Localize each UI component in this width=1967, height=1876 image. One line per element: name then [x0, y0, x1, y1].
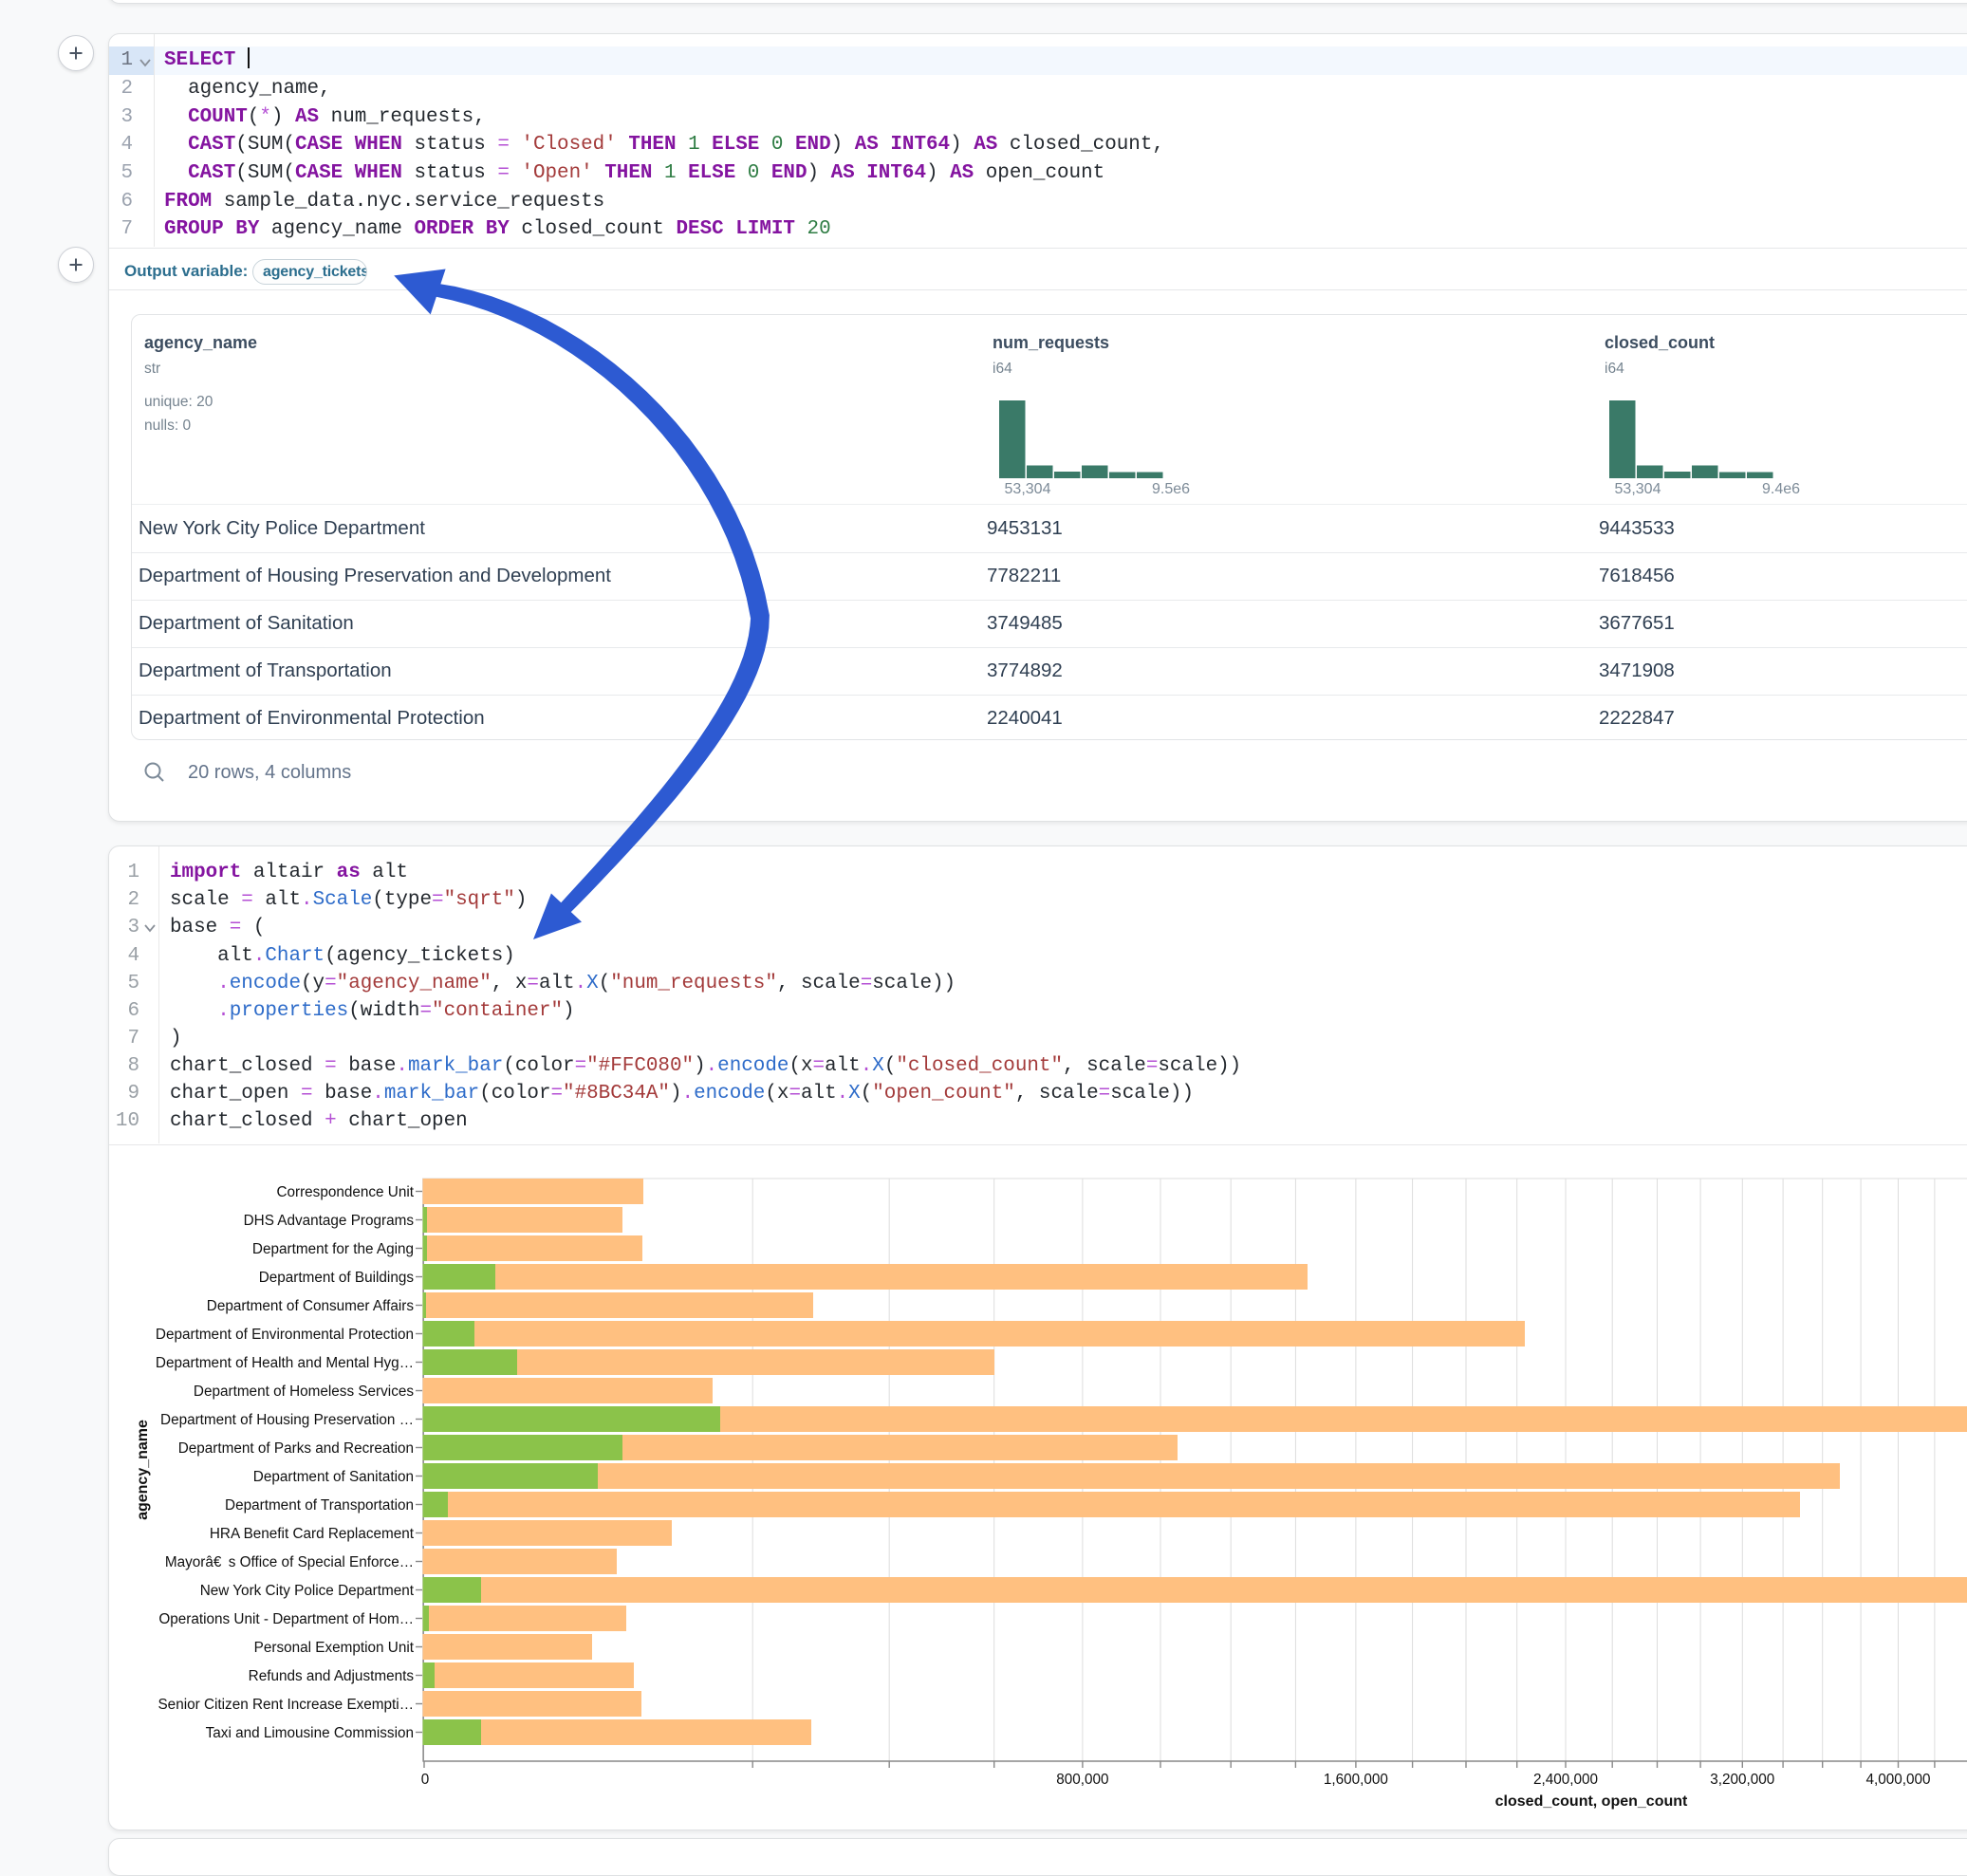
svg-text:Department of Environmental Pr: Department of Environmental Protection [156, 1327, 414, 1343]
svg-text:0: 0 [421, 1772, 430, 1788]
svg-text:closed_count, open_count: closed_count, open_count [1495, 1793, 1688, 1810]
svg-text:Personal Exemption Unit: Personal Exemption Unit [254, 1640, 415, 1656]
svg-text:Refunds and Adjustments: Refunds and Adjustments [249, 1668, 415, 1684]
svg-text:Operations Unit - Department o: Operations Unit - Department of Hom… [158, 1611, 414, 1627]
svg-text:agency_name: agency_name [135, 1420, 151, 1520]
svg-text:Mayorâ€ s Office of Special E: Mayorâ€ s Office of Special Enforce… [165, 1554, 414, 1570]
svg-text:Department of Homeless Service: Department of Homeless Services [194, 1384, 414, 1400]
svg-text:Department for the Aging: Department for the Aging [252, 1241, 414, 1257]
svg-text:1,600,000: 1,600,000 [1324, 1772, 1388, 1788]
svg-text:Department of Sanitation: Department of Sanitation [253, 1469, 414, 1485]
svg-text:HRA Benefit Card Replacement: HRA Benefit Card Replacement [210, 1526, 415, 1542]
svg-text:Correspondence Unit: Correspondence Unit [276, 1184, 414, 1200]
svg-text:Department of Transportation: Department of Transportation [225, 1497, 414, 1514]
svg-text:Department of Housing Preserva: Department of Housing Preservation … [160, 1412, 414, 1428]
svg-text:New York City Police Departmen: New York City Police Department [200, 1583, 415, 1599]
svg-text:2,400,000: 2,400,000 [1533, 1772, 1598, 1788]
svg-text:DHS Advantage Programs: DHS Advantage Programs [244, 1213, 415, 1229]
svg-text:Department of Buildings: Department of Buildings [259, 1270, 415, 1286]
svg-text:3,200,000: 3,200,000 [1710, 1772, 1774, 1788]
svg-text:800,000: 800,000 [1056, 1772, 1108, 1788]
svg-text:4,000,000: 4,000,000 [1865, 1772, 1930, 1788]
svg-text:Department of Consumer Affairs: Department of Consumer Affairs [207, 1298, 415, 1314]
svg-text:Department of Parks and Recrea: Department of Parks and Recreation [178, 1440, 414, 1457]
svg-text:Taxi and Limousine Commission: Taxi and Limousine Commission [206, 1725, 414, 1741]
svg-text:Senior Citizen Rent Increase E: Senior Citizen Rent Increase Exempti… [158, 1697, 414, 1713]
svg-text:Department of Health and Menta: Department of Health and Mental Hyg… [156, 1355, 414, 1371]
